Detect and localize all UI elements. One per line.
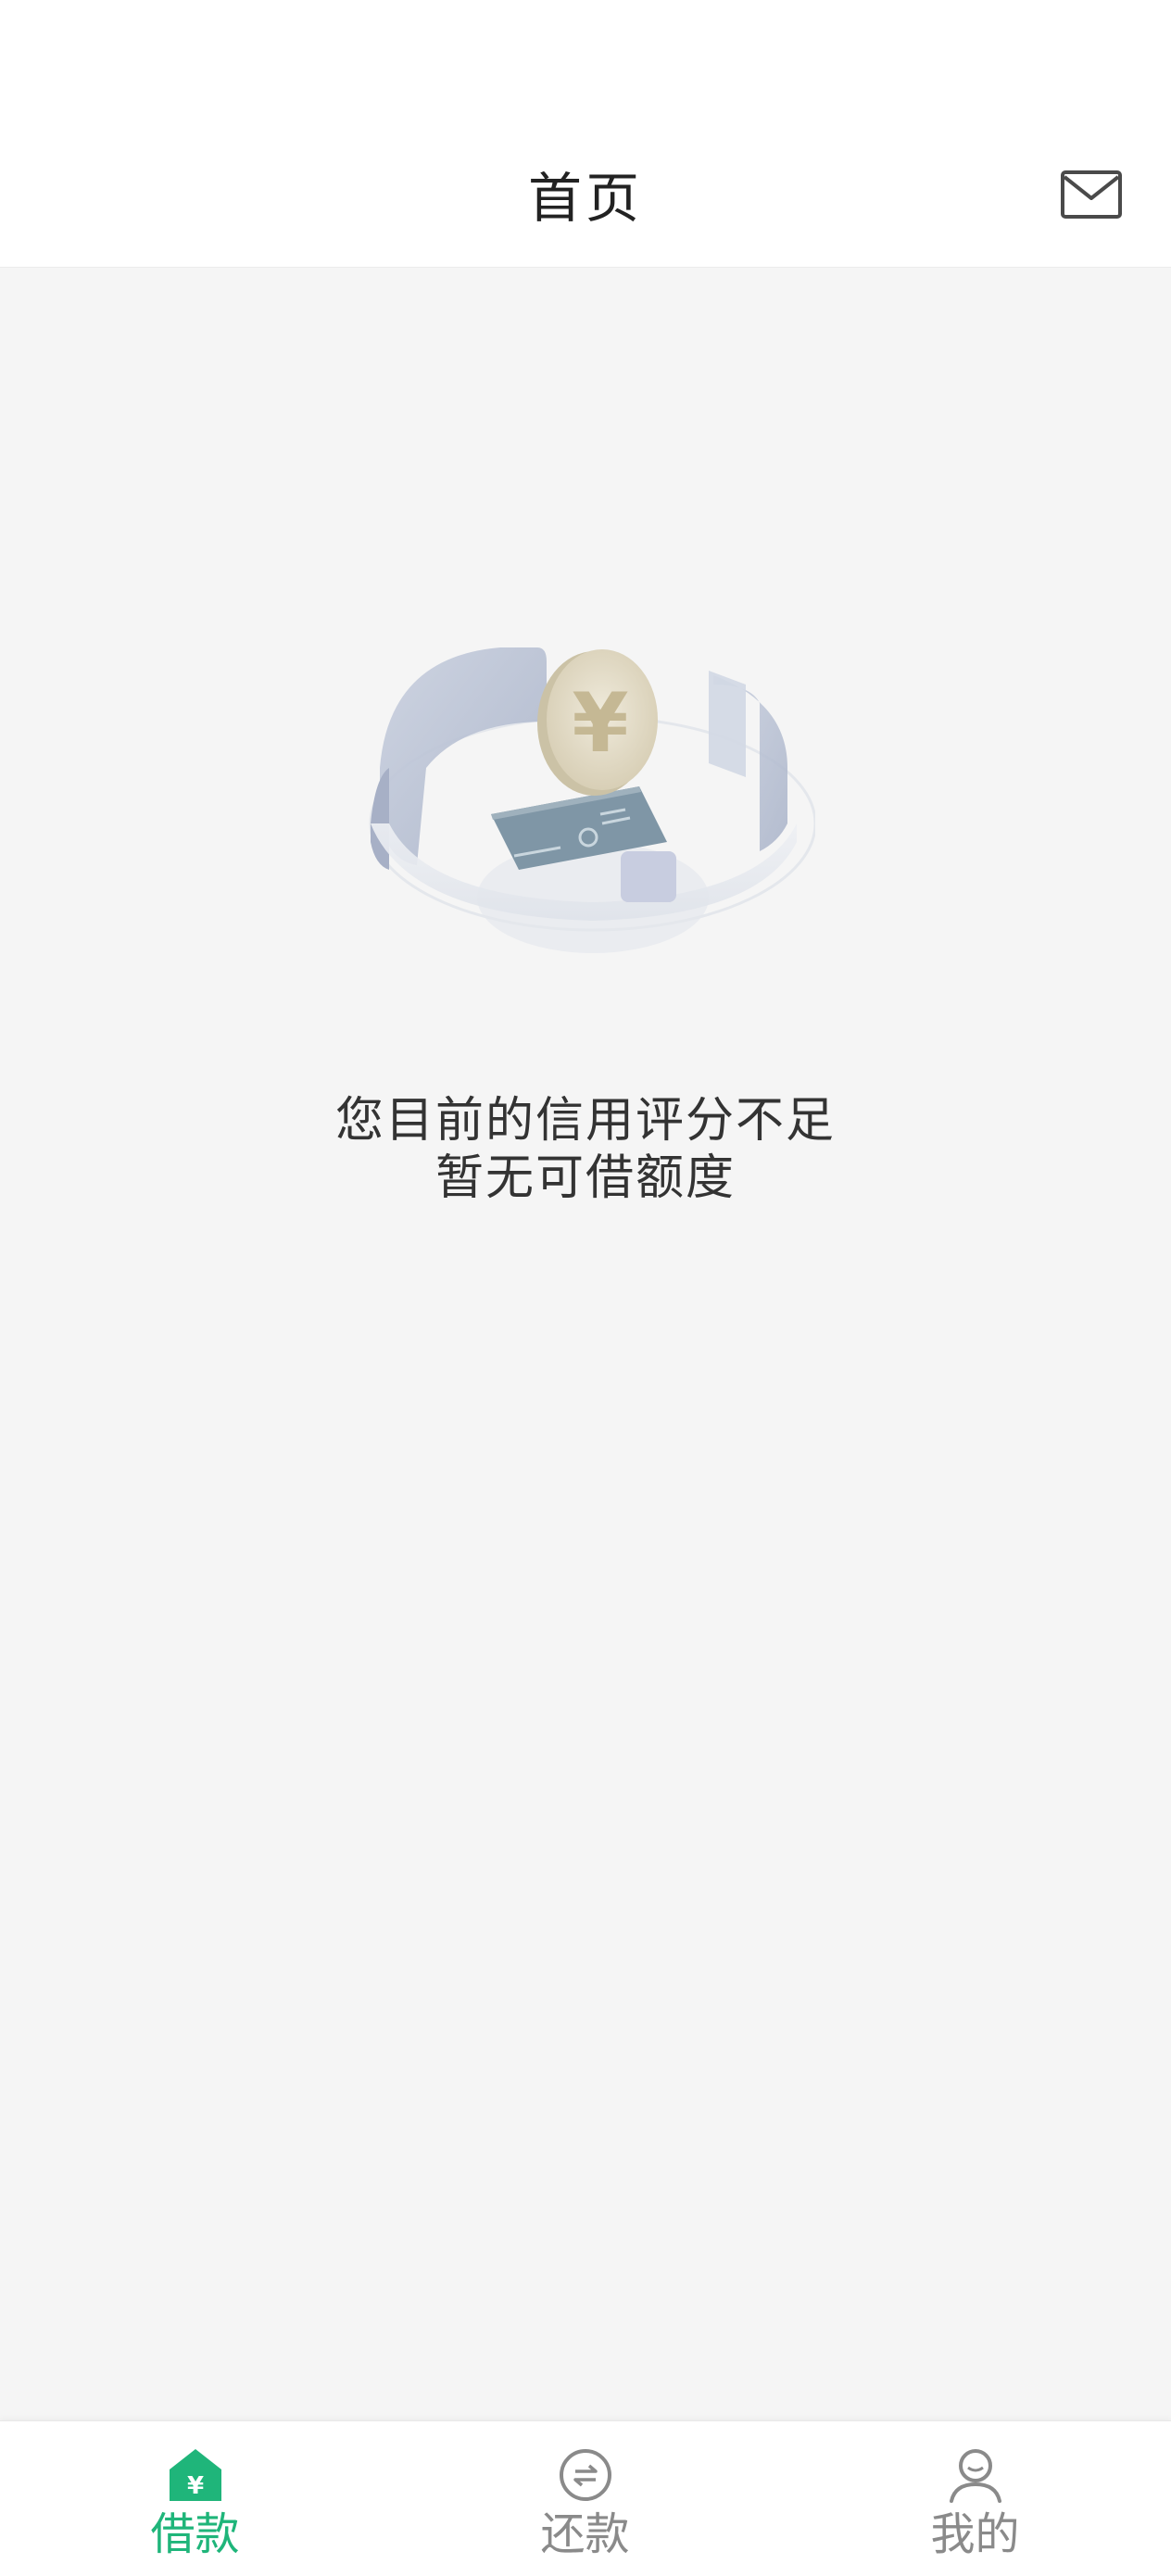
tab-mine-label: 我的	[930, 2508, 1020, 2560]
svg-text:¥: ¥	[186, 2472, 203, 2500]
mail-button[interactable]	[1060, 169, 1123, 220]
tab-repay[interactable]: 还款	[390, 2421, 780, 2576]
message-line-2: 暂无可借额度	[434, 1150, 736, 1206]
tab-repay-label: 还款	[540, 2508, 630, 2560]
tab-borrow-label: 借款	[150, 2508, 240, 2560]
tab-borrow[interactable]: ¥ 借款	[0, 2421, 390, 2576]
top-nav-bar: 首页	[0, 130, 1171, 268]
mail-icon	[1061, 170, 1122, 219]
page-title: 首页	[527, 167, 643, 230]
credit-message: 您目前的信用评分不足 暂无可借额度	[0, 1092, 1171, 1207]
status-bar	[0, 0, 1171, 130]
profile-icon	[949, 2449, 1001, 2503]
tab-mine[interactable]: 我的	[780, 2421, 1170, 2576]
coin-shield-illustration: ¥	[352, 546, 817, 990]
repay-exchange-icon	[559, 2449, 611, 2501]
main-content: ¥ 您目前的信用评分不足 暂无可借额度	[0, 268, 1171, 2420]
borrow-house-icon: ¥	[169, 2449, 221, 2501]
svg-text:¥: ¥	[572, 675, 628, 771]
message-line-1: 您目前的信用评分不足	[334, 1093, 836, 1149]
bottom-tab-bar: ¥ 借款 还款 我的	[0, 2420, 1171, 2576]
